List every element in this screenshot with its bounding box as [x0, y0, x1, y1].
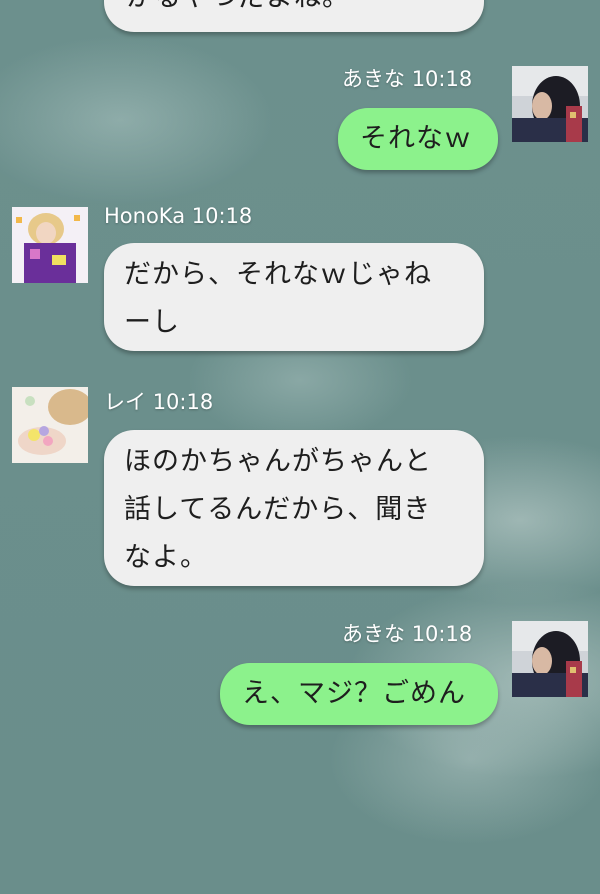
message-time: 10:18: [411, 67, 473, 91]
message-text-line: ほのかちゃんがちゃんと: [124, 446, 432, 477]
message-text-line: なよ。: [124, 542, 208, 573]
message-text-line: え、マジ？ごめん: [242, 678, 466, 709]
avatar-rei[interactable]: [12, 387, 88, 463]
message-meta: HonoKa 10:18: [104, 204, 252, 228]
message-time: 10:18: [191, 204, 253, 228]
sender-name: HonoKa: [104, 204, 186, 228]
avatar-akina[interactable]: [512, 621, 588, 697]
message-bubble-incoming[interactable]: だから、それなｗじゃね ーし: [104, 243, 484, 351]
message-text-line: だから、それなｗじゃね: [124, 259, 432, 290]
message-time: 10:18: [411, 622, 473, 646]
message-text-line: それなｗ: [360, 123, 472, 154]
avatar-honoka[interactable]: [12, 207, 88, 283]
message-bubble-incoming[interactable]: かるやつだよね。: [104, 0, 484, 32]
sender-name: あきな: [342, 622, 405, 646]
message-bubble-outgoing[interactable]: それなｗ: [338, 108, 498, 170]
message-meta: レイ 10:18: [104, 386, 213, 416]
message-text-line: かるやつだよね。: [126, 0, 462, 22]
message-text-line: 話してるんだから、聞き: [124, 494, 432, 525]
sender-name: レイ: [104, 390, 146, 414]
message-meta: あきな 10:18: [342, 63, 472, 93]
message-meta: あきな 10:18: [342, 618, 472, 648]
avatar-image: [12, 207, 88, 283]
message-time: 10:18: [152, 390, 214, 414]
message-bubble-incoming[interactable]: ほのかちゃんがちゃんと 話してるんだから、聞き なよ。: [104, 430, 484, 586]
avatar-image: [512, 66, 588, 142]
message-bubble-outgoing[interactable]: え、マジ？ごめん: [220, 663, 498, 725]
avatar-image: [512, 621, 588, 697]
message-text-line: ーし: [124, 307, 180, 338]
avatar-image: [12, 387, 88, 463]
sender-name: あきな: [342, 67, 405, 91]
avatar-akina[interactable]: [512, 66, 588, 142]
